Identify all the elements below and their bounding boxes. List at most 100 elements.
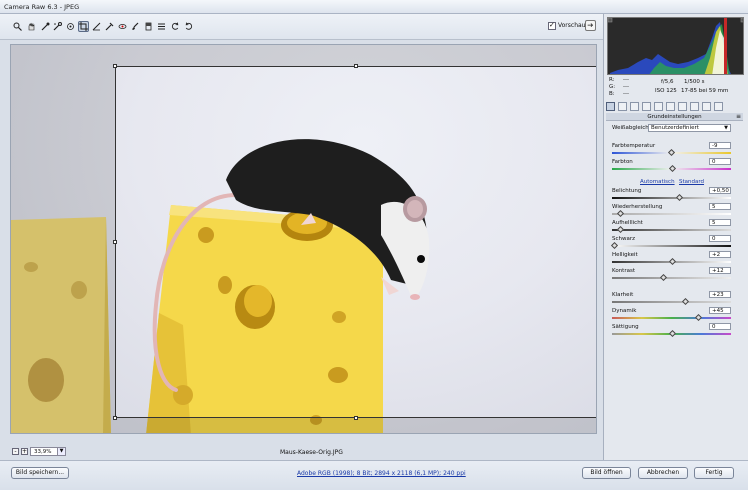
slider-knob[interactable] xyxy=(694,313,702,322)
crop-handle-bottom[interactable] xyxy=(354,416,358,420)
slider-track[interactable] xyxy=(612,225,731,234)
tab-tone-curve[interactable] xyxy=(618,102,627,111)
crop-handle-bottom-left[interactable] xyxy=(113,416,117,420)
crop-shade-top xyxy=(115,45,596,66)
zoom-out-button[interactable]: - xyxy=(12,448,19,455)
adjustment-brush-icon[interactable] xyxy=(130,21,141,32)
slider-label: Farbton xyxy=(612,159,633,165)
cancel-button[interactable]: Abbrechen xyxy=(638,467,688,479)
slider-track[interactable] xyxy=(612,148,731,157)
panel-title-text: Grundeinstellungen xyxy=(647,114,702,120)
slider-track[interactable] xyxy=(612,164,731,173)
rotate-ccw-icon[interactable] xyxy=(170,21,181,32)
histogram-graph xyxy=(608,18,743,74)
slider-knob[interactable] xyxy=(659,273,667,282)
slider-track[interactable] xyxy=(612,313,731,322)
slider-value-field[interactable]: 0 xyxy=(709,235,731,242)
white-balance-label: Weißabgleich: xyxy=(612,125,651,131)
histogram xyxy=(607,17,744,75)
fullscreen-icon xyxy=(587,23,594,27)
slider-label: Belichtung xyxy=(612,188,642,194)
default-link[interactable]: Standard xyxy=(679,179,704,185)
preferences-icon[interactable] xyxy=(156,21,167,32)
hand-tool-icon[interactable] xyxy=(26,21,37,32)
open-image-button[interactable]: Bild öffnen xyxy=(582,467,631,479)
workflow-options-link[interactable]: Adobe RGB (1998); 8 Bit; 2894 x 2118 (6,… xyxy=(297,470,466,477)
slider-knob[interactable] xyxy=(681,297,689,306)
slider-value-field[interactable]: 5 xyxy=(709,203,731,210)
panel-tabs xyxy=(606,102,744,111)
crop-rectangle[interactable] xyxy=(113,64,597,420)
slider-label: Schwarz xyxy=(612,236,636,242)
zoom-level-select[interactable]: 33,9% ▼ xyxy=(30,447,66,456)
bottom-bar: Bild speichern... Adobe RGB (1998); 8 Bi… xyxy=(0,460,748,490)
tab-hsl[interactable] xyxy=(642,102,651,111)
spot-removal-tool-icon[interactable] xyxy=(104,21,115,32)
auto-link[interactable]: Automatisch xyxy=(640,179,675,185)
slider-value-field[interactable]: +12 xyxy=(709,267,731,274)
slider-value-field[interactable]: 0 xyxy=(709,323,731,330)
r-label: R: xyxy=(609,77,615,83)
slider-value-field[interactable]: 5 xyxy=(709,219,731,226)
tab-effects[interactable] xyxy=(678,102,687,111)
slider-knob[interactable] xyxy=(667,148,675,157)
slider-value-field[interactable]: -9 xyxy=(709,142,731,149)
slider-knob[interactable] xyxy=(616,209,624,218)
preview-label: Vorschau xyxy=(558,22,586,29)
crop-handle-left[interactable] xyxy=(113,240,117,244)
slider-knob[interactable] xyxy=(616,225,624,234)
slider-value-field[interactable]: +2 xyxy=(709,251,731,258)
targeted-adjustment-tool-icon[interactable] xyxy=(65,21,76,32)
file-name: Maus-Kaese-Orig.JPG xyxy=(280,449,343,456)
slider-knob[interactable] xyxy=(668,164,677,173)
rotate-cw-icon[interactable] xyxy=(183,21,194,32)
done-button[interactable]: Fertig xyxy=(694,467,734,479)
chevron-down-icon: ▼ xyxy=(724,125,728,131)
slider-knob[interactable] xyxy=(668,329,677,338)
tab-presets[interactable] xyxy=(702,102,711,111)
slider-knob[interactable] xyxy=(668,257,677,266)
tab-lens-corrections[interactable] xyxy=(666,102,675,111)
slider-track[interactable] xyxy=(612,329,731,338)
tab-snapshots[interactable] xyxy=(714,102,723,111)
g-value: --- xyxy=(623,84,629,90)
color-sampler-tool-icon[interactable] xyxy=(52,21,63,32)
slider-track[interactable] xyxy=(612,209,731,218)
g-label: G: xyxy=(609,84,616,90)
straighten-tool-icon[interactable] xyxy=(91,21,102,32)
crop-tool-icon[interactable] xyxy=(78,21,89,32)
slider-knob[interactable] xyxy=(675,193,683,202)
crop-handle-top-left[interactable] xyxy=(113,64,117,68)
slider-track[interactable] xyxy=(610,241,731,250)
slider-track[interactable] xyxy=(612,273,731,282)
slider-value-field[interactable]: +45 xyxy=(709,307,731,314)
preview-checkbox[interactable] xyxy=(548,21,556,30)
graduated-filter-icon[interactable] xyxy=(143,21,154,32)
tab-basic[interactable] xyxy=(606,102,615,111)
tab-split-toning[interactable] xyxy=(654,102,663,111)
tab-camera-calibration[interactable] xyxy=(690,102,699,111)
slider-value-field[interactable]: +0,50 xyxy=(709,187,731,194)
slider-value-field[interactable]: +23 xyxy=(709,291,731,298)
white-balance-select[interactable]: Benutzerdefiniert ▼ xyxy=(648,124,731,132)
fullscreen-toggle-button[interactable] xyxy=(585,20,596,31)
slider-knob[interactable] xyxy=(610,241,619,250)
slider-value-field[interactable]: 0 xyxy=(709,158,731,165)
crop-handle-top[interactable] xyxy=(354,64,358,68)
image-preview[interactable] xyxy=(10,44,597,434)
white-balance-tool-icon[interactable] xyxy=(40,21,51,32)
crop-handle-bottom-right[interactable] xyxy=(596,416,597,420)
crop-shade-bottom xyxy=(115,418,596,433)
crop-handle-right[interactable] xyxy=(596,240,597,244)
slider-track[interactable] xyxy=(612,297,731,306)
slider-track[interactable] xyxy=(612,193,731,202)
red-eye-removal-tool-icon[interactable] xyxy=(117,21,128,32)
panel-menu-icon[interactable]: ≡ xyxy=(736,113,741,121)
zoom-tool-icon[interactable] xyxy=(12,21,23,32)
tab-detail[interactable] xyxy=(630,102,639,111)
zoom-in-button[interactable]: + xyxy=(21,448,28,455)
save-image-button[interactable]: Bild speichern... xyxy=(11,467,69,479)
slider-label: Sättigung xyxy=(612,324,639,330)
slider-track[interactable] xyxy=(612,257,731,266)
crop-handle-top-right[interactable] xyxy=(596,64,597,68)
